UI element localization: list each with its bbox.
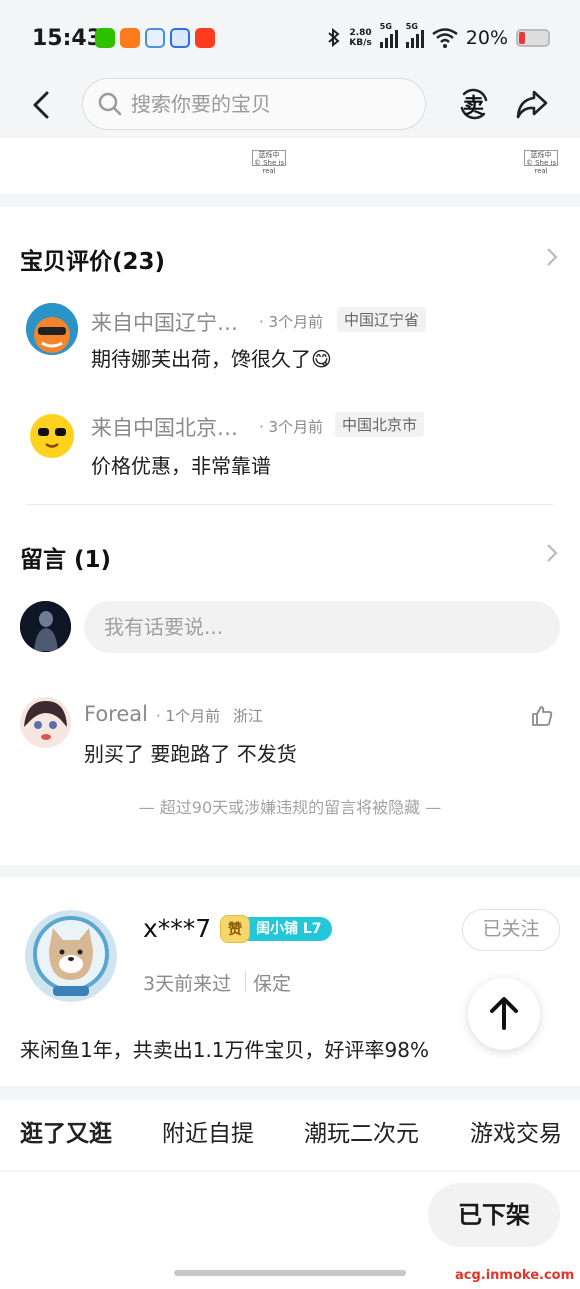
badge-zan: 赞 xyxy=(220,915,250,943)
watermark-stamp: 蓝烁中 © She is real xyxy=(524,150,558,175)
seller-summary: 来闲鱼1年，共卖出1.1万件宝贝，好评率98% xyxy=(20,1038,429,1062)
review-region-tag: 中国辽宁省 xyxy=(337,307,427,332)
commenter-avatar[interactable] xyxy=(20,697,71,748)
status-right: 2.80 KB/s 5G 5G 20% xyxy=(327,22,550,49)
seller-avatar[interactable] xyxy=(25,910,117,1002)
search-bar[interactable] xyxy=(82,78,426,130)
image-strip: 蓝烁中 © She is real 蓝烁中 © She is real xyxy=(0,138,580,194)
review-text: 价格优惠，非常靠谱 xyxy=(91,454,271,478)
comment-region: 浙江 xyxy=(233,707,264,725)
tab-game-trade[interactable]: 游戏交易 xyxy=(470,1114,562,1148)
taobao-icon xyxy=(195,28,215,48)
seller-name[interactable]: x***7 xyxy=(143,914,211,943)
reviews-title[interactable]: 宝贝评价(23) xyxy=(20,242,165,276)
net-speed-value: 2.80 xyxy=(349,28,372,38)
commenter-name: Foreal xyxy=(84,702,148,726)
message-input[interactable] xyxy=(84,601,560,653)
watermark-line1: 蓝烁中 xyxy=(258,151,280,159)
notification-icons xyxy=(95,28,215,48)
review-time: · 3个月前 xyxy=(259,313,324,331)
comment-time: · 1个月前 xyxy=(156,707,221,725)
messages-chevron-icon[interactable] xyxy=(544,542,560,564)
status-time: 15:43 xyxy=(32,26,103,51)
comment-text: 别买了 要跑路了 不发货 xyxy=(84,742,297,766)
review-region-tag: 中国北京市 xyxy=(335,412,425,437)
signal-bars-2-icon: 5G xyxy=(405,22,424,48)
search-icon xyxy=(98,92,122,116)
seller-badge: 赞 闺小铺 L7 xyxy=(220,915,332,943)
watermark-stamp: 蓝烁中 © She is real xyxy=(252,150,286,175)
anime-girl-avatar-icon xyxy=(20,697,71,748)
tab-browse-more[interactable]: 逛了又逛 xyxy=(20,1114,112,1148)
section-divider xyxy=(26,504,554,505)
app-baidu-icon xyxy=(170,28,190,48)
arrow-up-icon xyxy=(490,997,518,1030)
reviewer-name: 来自中国辽宁… xyxy=(91,311,238,335)
watermark-line2: © She is real xyxy=(253,159,285,175)
back-icon[interactable] xyxy=(26,88,60,122)
meta-separator xyxy=(245,971,246,991)
sell-button[interactable]: 卖 xyxy=(456,86,492,122)
battery-icon xyxy=(516,29,550,47)
like-icon[interactable] xyxy=(531,705,553,727)
reviewer-name: 来自中国北京… xyxy=(91,416,238,440)
review-time: · 3个月前 xyxy=(259,418,324,436)
net-speed-unit: KB/s xyxy=(349,38,372,48)
cartoon-avatar-icon xyxy=(26,303,78,355)
tab-acg[interactable]: 潮玩二次元 xyxy=(304,1114,419,1148)
off-shelf-button[interactable]: 已下架 xyxy=(428,1183,560,1247)
site-watermark: acg.inmoke.com xyxy=(455,1268,575,1283)
app-baidu-netdisk-icon xyxy=(145,28,165,48)
astronaut-dog-avatar-icon xyxy=(25,910,117,1002)
reviewer-avatar[interactable] xyxy=(26,303,78,355)
tab-nearby-pickup[interactable]: 附近自提 xyxy=(162,1114,254,1148)
net-type-2: 5G xyxy=(405,22,418,31)
review-text: 期待娜芙出荷，馋很久了😋 xyxy=(91,347,332,371)
messages-title[interactable]: 留言 (1) xyxy=(20,540,111,574)
signal-bars-1-icon: 5G xyxy=(379,22,398,48)
cartoon-avatar-icon xyxy=(26,408,78,460)
watermark-line2: © She is real xyxy=(525,159,557,175)
status-bar: 15:43 2.80 KB/s 5G 5G 20% xyxy=(0,0,580,74)
badge-level: 闺小铺 L7 xyxy=(244,917,332,941)
seller-last-visit: 3天前来过 xyxy=(143,973,232,995)
search-input[interactable] xyxy=(131,92,401,116)
recommend-tabs: 逛了又逛 附近自提 潮玩二次元 游戏交易 xyxy=(0,1100,580,1170)
home-indicator[interactable] xyxy=(174,1270,406,1276)
app-orange-icon xyxy=(120,28,140,48)
back-to-top-button[interactable] xyxy=(468,978,540,1050)
nav-bar: 卖 xyxy=(0,74,580,138)
reviews-chevron-icon[interactable] xyxy=(544,246,560,268)
net-type-1: 5G xyxy=(379,22,392,31)
page: 15:43 2.80 KB/s 5G 5G 20% 搜索你要的宝贝 卖 蓝烁中 … xyxy=(0,0,580,1289)
dark-figure-avatar-icon xyxy=(20,601,71,652)
wifi-icon xyxy=(432,28,458,48)
share-icon[interactable] xyxy=(514,86,550,122)
battery-percent: 20% xyxy=(465,27,508,49)
net-speed: 2.80 KB/s xyxy=(349,28,371,48)
reviewer-avatar[interactable] xyxy=(26,408,78,460)
watermark-line1: 蓝烁中 xyxy=(530,151,552,159)
seller-location: 保定 xyxy=(253,973,292,995)
hidden-message-notice: — 超过90天或涉嫌违规的留言将被隐藏 — xyxy=(138,798,442,817)
bluetooth-icon xyxy=(328,27,340,48)
wechat-icon xyxy=(95,28,115,48)
follow-button[interactable]: 已关注 xyxy=(462,909,560,951)
sell-label: 卖 xyxy=(463,94,484,118)
my-avatar xyxy=(20,601,71,652)
